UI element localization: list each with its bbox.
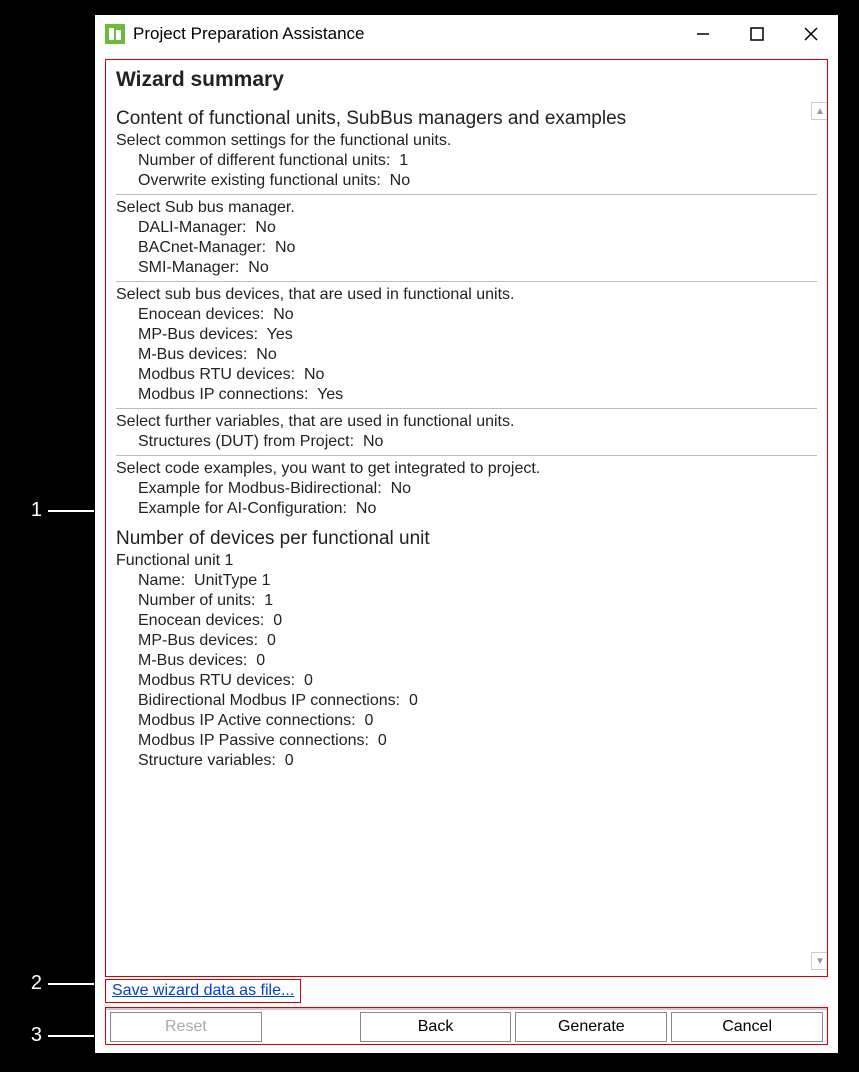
unit-num-row: Number of units1 [138,592,817,610]
settings-label: Select common settings for the functiona… [116,132,817,150]
reset-button[interactable]: Reset [110,1012,262,1042]
smi-row: SMI-ManagerNo [138,259,817,277]
enocean-row: Enocean devicesNo [138,306,817,324]
bus-devices-label: Select sub bus devices, that are used in… [116,286,817,304]
example-ai-row: Example for AI-ConfigurationNo [138,500,817,518]
examples-label: Select code examples, you want to get in… [116,460,817,478]
back-button[interactable]: Back [360,1012,512,1042]
unit-label: Functional unit 1 [116,552,817,570]
modbusrtu-row: Modbus RTU devicesNo [138,366,817,384]
app-window: Project Preparation Assistance ▲ ▼ Wizar… [94,14,839,1054]
scrollbar[interactable]: ▲ ▼ [811,102,828,970]
scroll-down-icon[interactable]: ▼ [811,952,828,970]
scroll-up-icon[interactable]: ▲ [811,102,828,120]
divider [116,455,817,456]
maximize-button[interactable] [730,15,784,53]
divider [116,408,817,409]
app-icon [105,24,125,44]
unit-mbus-row: M-Bus devices0 [138,652,817,670]
generate-button[interactable]: Generate [515,1012,667,1042]
unit-passive-row: Modbus IP Passive connections0 [138,732,817,750]
button-bar-frame: Reset Back Generate Cancel [105,1007,828,1045]
save-wizard-data-link[interactable]: Save wizard data as file... [112,982,294,999]
dut-row: Structures (DUT) from ProjectNo [138,433,817,451]
divider [116,194,817,195]
unit-enocean-row: Enocean devices0 [138,612,817,630]
cancel-button[interactable]: Cancel [671,1012,823,1042]
unit-active-row: Modbus IP Active connections0 [138,712,817,730]
callout-number: 2 [18,972,42,995]
close-button[interactable] [784,15,838,53]
mbus-row: M-Bus devicesNo [138,346,817,364]
callout-number: 1 [18,499,42,522]
unit-modbusrtu-row: Modbus RTU devices0 [138,672,817,690]
mpbus-row: MP-Bus devicesYes [138,326,817,344]
summary-title: Wizard summary [116,68,817,92]
section2-heading: Number of devices per functional unit [116,528,817,550]
divider [116,281,817,282]
unit-struct-row: Structure variables0 [138,752,817,770]
window-title: Project Preparation Assistance [133,24,676,44]
num-units-row: Number of different functional units1 [138,152,817,170]
overwrite-row: Overwrite existing functional unitsNo [138,172,817,190]
titlebar: Project Preparation Assistance [95,15,838,53]
modbusip-row: Modbus IP connectionsYes [138,386,817,404]
callout-number: 3 [18,1024,42,1047]
minimize-button[interactable] [676,15,730,53]
bus-manager-label: Select Sub bus manager. [116,199,817,217]
button-bar: Reset Back Generate Cancel [106,1008,827,1044]
variables-label: Select further variables, that are used … [116,413,817,431]
example-bidi-row: Example for Modbus-BidirectionalNo [138,480,817,498]
unit-name-row: NameUnitType 1 [138,572,817,590]
save-link-frame: Save wizard data as file... [105,979,301,1003]
window-controls [676,15,838,53]
summary-panel: ▲ ▼ Wizard summary Content of functional… [105,59,828,977]
body-area: ▲ ▼ Wizard summary Content of functional… [95,53,838,1053]
bacnet-row: BACnet-ManagerNo [138,239,817,257]
section1-heading: Content of functional units, SubBus mana… [116,108,817,130]
unit-mpbus-row: MP-Bus devices0 [138,632,817,650]
unit-bidi-row: Bidirectional Modbus IP connections0 [138,692,817,710]
dali-row: DALI-ManagerNo [138,219,817,237]
